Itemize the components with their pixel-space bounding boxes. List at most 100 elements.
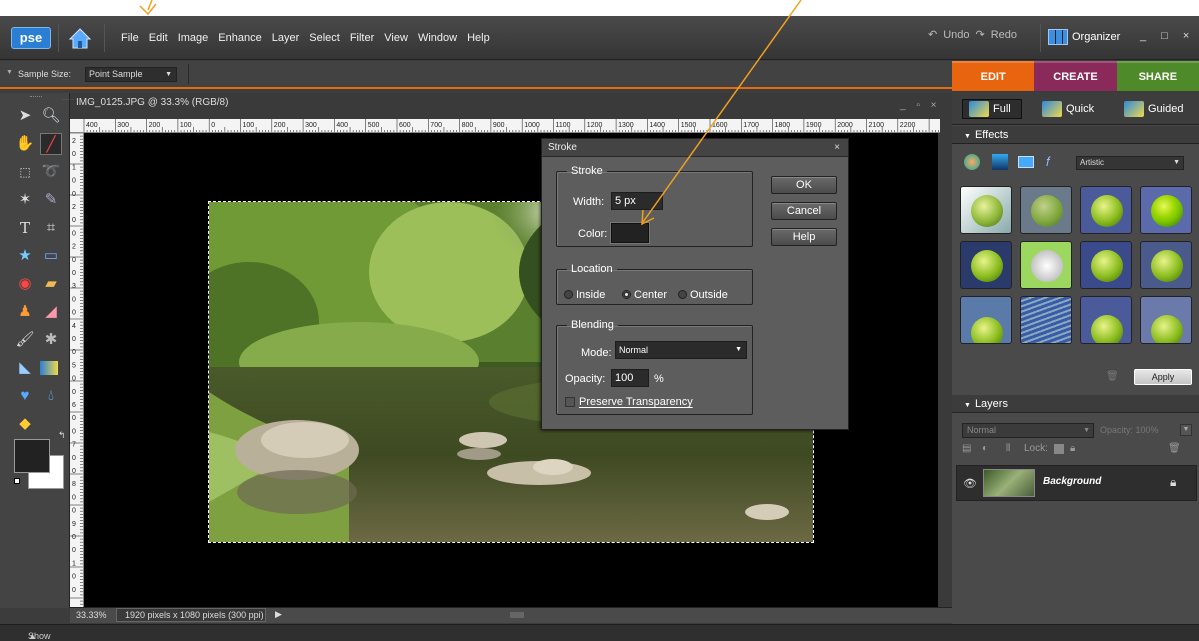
effect-thumb[interactable] [1020, 241, 1072, 289]
menu-view[interactable]: View [384, 32, 408, 44]
home-icon[interactable] [66, 24, 94, 52]
mode-full[interactable]: Full [962, 99, 1022, 119]
layer-styles-icon[interactable] [992, 154, 1008, 170]
status-menu-arrow-icon[interactable]: ▶ [275, 609, 282, 620]
effects-panel-header[interactable]: ▼ Effects [952, 126, 1199, 144]
menu-layer[interactable]: Layer [272, 32, 300, 44]
quick-selection-tool-icon[interactable]: ✎ [40, 189, 62, 211]
photo-effects-icon[interactable] [1018, 156, 1034, 168]
menu-edit[interactable]: Edit [149, 32, 168, 44]
layer-row-background[interactable]: 👁︎ Background 🔒︎ [956, 465, 1197, 501]
effect-thumb[interactable] [960, 296, 1012, 344]
healing-brush-tool-icon[interactable]: ▰ [40, 273, 62, 295]
mode-guided[interactable]: Guided [1124, 101, 1183, 117]
smart-brush-tool-icon[interactable]: ✱ [40, 329, 62, 351]
link-icon[interactable]: ⫴ [1006, 443, 1010, 454]
cancel-button[interactable]: Cancel [771, 202, 837, 220]
default-colors-icon[interactable] [14, 478, 20, 484]
filters-icon[interactable] [964, 154, 980, 170]
redo-icon[interactable]: ↷ [976, 28, 985, 41]
effect-thumb[interactable] [1140, 296, 1192, 344]
foreground-color-swatch[interactable] [14, 439, 50, 473]
menu-image[interactable]: Image [178, 32, 209, 44]
layer-blend-mode-select[interactable]: Normal ▼ [962, 423, 1094, 438]
close-icon[interactable]: × [834, 139, 840, 157]
width-input[interactable]: 5 px [611, 192, 663, 210]
new-layer-icon[interactable]: ▤ [962, 443, 971, 454]
effect-thumb[interactable] [1080, 241, 1132, 289]
blur-tool-icon[interactable]: 💧︎ [40, 385, 62, 407]
adjustment-layer-icon[interactable]: ◐ [982, 443, 988, 454]
type-tool-icon[interactable]: T [14, 217, 36, 239]
straighten-tool-icon[interactable]: ▭ [40, 245, 62, 267]
location-outside-radio[interactable]: Outside [678, 289, 728, 301]
effect-thumb[interactable] [960, 186, 1012, 234]
apply-button[interactable]: Apply [1134, 369, 1192, 385]
brush-tool-icon[interactable]: 🖌︎ [14, 329, 36, 351]
sample-size-select[interactable]: Point Sample ▼ [85, 67, 177, 82]
scrollbar-thumb[interactable] [510, 612, 524, 618]
zoom-tool-icon[interactable]: 🔍︎ [40, 105, 62, 127]
eraser-tool-icon[interactable]: ◢ [40, 301, 62, 323]
effect-thumb[interactable] [1140, 241, 1192, 289]
blend-mode-select[interactable]: Normal ▼ [615, 341, 747, 359]
options-menu-arrow-icon[interactable]: ▼ [6, 69, 13, 76]
lasso-tool-icon[interactable]: ➰ [40, 161, 62, 183]
menu-window[interactable]: Window [418, 32, 457, 44]
effects-category-select[interactable]: Artistic ▼ [1076, 156, 1184, 170]
effect-thumb[interactable] [1020, 186, 1072, 234]
sponge-tool-icon[interactable]: ◆ [14, 413, 36, 435]
organizer-button[interactable]: Organizer [1048, 26, 1120, 48]
menu-file[interactable]: File [121, 32, 139, 44]
menu-filter[interactable]: Filter [350, 32, 374, 44]
gradient-tool-icon[interactable] [40, 361, 58, 375]
redo-button[interactable]: Redo [991, 29, 1017, 41]
lock-transparency-icon[interactable] [1054, 444, 1064, 454]
visibility-eye-icon[interactable]: 👁︎ [963, 477, 977, 490]
hand-tool-icon[interactable]: ✋ [14, 133, 36, 155]
effect-thumb[interactable] [1080, 296, 1132, 344]
trash-icon[interactable]: 🗑︎ [1168, 443, 1181, 454]
menu-select[interactable]: Select [309, 32, 340, 44]
effect-thumb[interactable] [1140, 186, 1192, 234]
tab-share[interactable]: SHARE [1116, 61, 1199, 91]
crop-tool-icon[interactable]: ⌗ [40, 217, 62, 239]
marquee-tool-icon[interactable]: ⬚ [14, 161, 36, 183]
paint-bucket-tool-icon[interactable]: ◣ [14, 357, 36, 379]
shape-tool-icon[interactable]: ♥ [14, 385, 36, 407]
lock-icon[interactable]: 🔒︎ [1170, 475, 1176, 490]
location-inside-radio[interactable]: Inside [564, 289, 605, 301]
mode-quick[interactable]: Quick [1042, 101, 1094, 117]
move-tool-icon[interactable]: ➤ [14, 105, 36, 127]
document-info[interactable]: 1920 pixels x 1080 pixels (300 ppi) [116, 608, 266, 622]
trash-icon[interactable]: 🗑︎ [1106, 371, 1119, 382]
effect-thumb[interactable] [1020, 296, 1072, 344]
red-eye-tool-icon[interactable]: ◉ [14, 273, 36, 295]
swap-colors-icon[interactable]: ↰ [58, 430, 66, 441]
opacity-input[interactable]: 100 [611, 369, 649, 387]
eyedropper-tool-icon[interactable]: ╱ [40, 133, 62, 155]
tab-create[interactable]: CREATE [1034, 61, 1117, 91]
magic-wand-tool-icon[interactable]: ✶ [14, 189, 36, 211]
all-effects-icon[interactable]: 𝑓 [1046, 154, 1050, 170]
help-button[interactable]: Help [771, 228, 837, 246]
layers-panel-header[interactable]: ▼ Layers [952, 395, 1199, 413]
window-controls[interactable]: _ □ × [1140, 30, 1195, 42]
effect-thumb[interactable] [1080, 186, 1132, 234]
clone-stamp-tool-icon[interactable]: ♟ [14, 301, 36, 323]
toolbox-grip[interactable] [30, 96, 42, 98]
document-window-controls[interactable]: _ ▫ × [900, 100, 941, 111]
opacity-arrow-icon[interactable]: ▼ [1180, 424, 1192, 436]
location-center-radio[interactable]: Center [622, 289, 667, 301]
preserve-transparency-checkbox[interactable] [565, 397, 575, 407]
layer-opacity[interactable]: Opacity: 100% [1100, 425, 1159, 435]
undo-button[interactable]: Undo [943, 29, 969, 41]
ok-button[interactable]: OK [771, 176, 837, 194]
stroke-color-swatch[interactable] [611, 223, 649, 243]
lock-all-icon[interactable]: 🔒︎ [1070, 443, 1075, 454]
effect-thumb[interactable] [960, 241, 1012, 289]
cookie-cutter-tool-icon[interactable]: ★ [14, 245, 36, 267]
menu-help[interactable]: Help [467, 32, 490, 44]
undo-icon[interactable]: ↶ [928, 28, 937, 41]
tab-edit[interactable]: EDIT [952, 61, 1035, 91]
